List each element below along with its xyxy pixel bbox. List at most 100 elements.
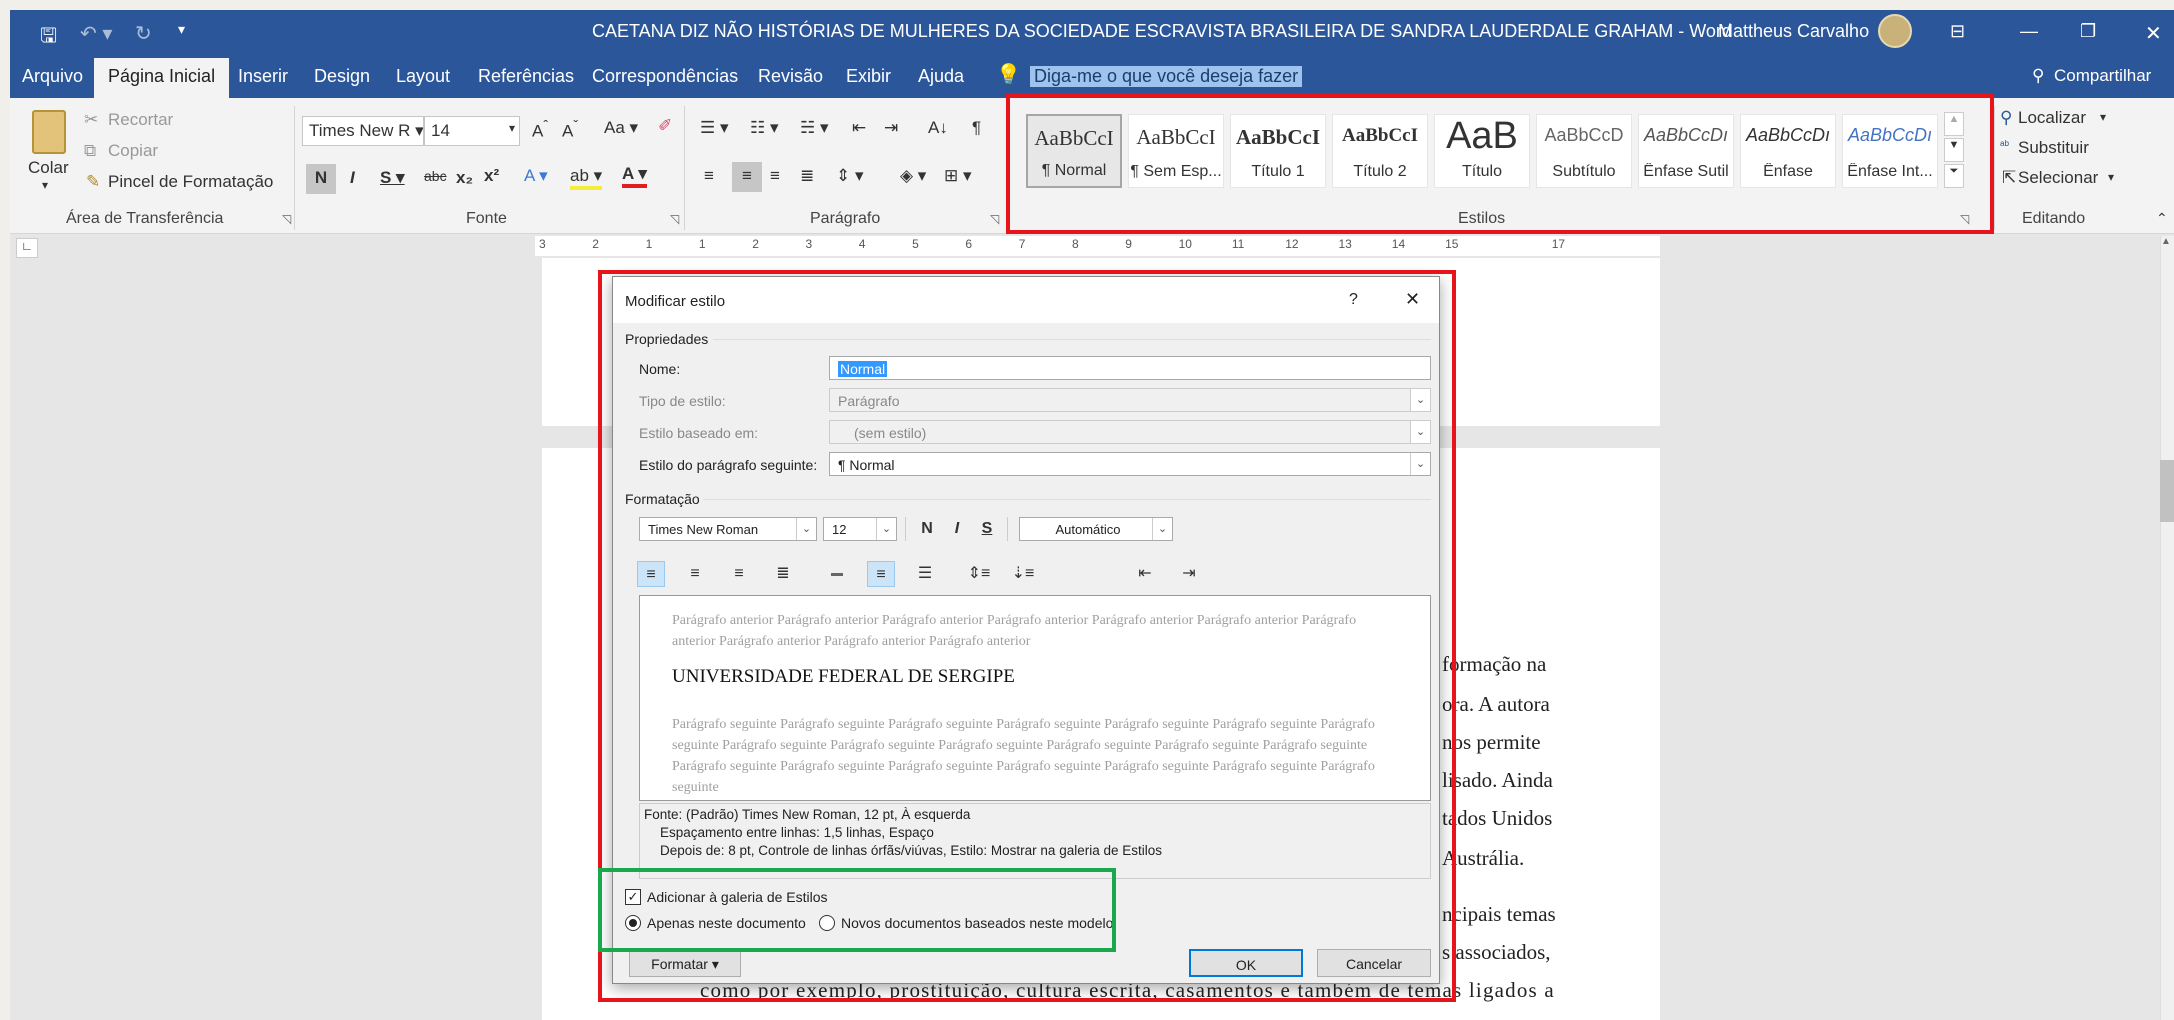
- minimize-icon[interactable]: —: [2020, 21, 2038, 42]
- find-icon: ⚲: [2000, 108, 2013, 127]
- line-spacing-icon[interactable]: ⇕ ▾: [836, 166, 864, 186]
- ruler-number: 7: [1018, 237, 1026, 251]
- scrollbar-thumb[interactable]: [2160, 460, 2174, 522]
- window-title: CAETANA DIZ NÃO HISTÓRIAS DE MULHERES DA…: [592, 21, 1732, 41]
- customize-qat-icon[interactable]: ▾: [178, 21, 185, 38]
- superscript-icon[interactable]: x²: [484, 166, 499, 186]
- separator: [1994, 106, 1995, 230]
- text-effects-icon[interactable]: A ▾: [524, 166, 548, 186]
- shrink-font-icon[interactable]: Aˇ: [562, 118, 578, 142]
- gallery-options-highlight-box: [598, 868, 1116, 952]
- decrease-indent-icon[interactable]: ⇤: [852, 118, 866, 138]
- user-name[interactable]: Mattheus Carvalho: [1718, 21, 1869, 42]
- tell-me-search[interactable]: Diga-me o que você deseja fazer: [1030, 66, 1303, 87]
- change-case-icon[interactable]: Aa ▾: [604, 118, 638, 138]
- justify-icon[interactable]: ≣: [800, 166, 814, 186]
- borders-icon[interactable]: ⊞ ▾: [944, 166, 972, 186]
- ruler-number: 4: [858, 237, 866, 251]
- tab-referencias[interactable]: Referências: [478, 66, 574, 87]
- undo-icon[interactable]: ↶ ▾: [80, 21, 112, 46]
- vertical-scrollbar[interactable]: [2160, 236, 2174, 1020]
- close-icon[interactable]: ✕: [2145, 21, 2162, 46]
- font-size-combo[interactable]: 14 ▾: [424, 116, 520, 146]
- share-icon[interactable]: ⚲: [2032, 66, 2044, 86]
- clipboard-launcher-icon[interactable]: ◹: [282, 212, 291, 226]
- copy-icon: ⧉: [84, 141, 97, 160]
- show-marks-icon[interactable]: ¶: [972, 118, 981, 138]
- strikethrough-icon[interactable]: abc: [424, 168, 447, 184]
- paste-button[interactable]: Colar: [28, 158, 69, 178]
- paste-dropdown-icon[interactable]: ▾: [42, 178, 48, 192]
- group-font-label: Fonte: [466, 210, 507, 227]
- tab-correspondencias[interactable]: Correspondências: [592, 66, 738, 87]
- group-clipboard-label: Área de Transferência: [66, 210, 224, 227]
- bold-icon[interactable]: N: [306, 164, 336, 194]
- share-button[interactable]: Compartilhar: [2054, 66, 2151, 86]
- tab-exibir[interactable]: Exibir: [846, 66, 891, 87]
- ruler-number: 10: [1178, 237, 1192, 251]
- numbering-icon[interactable]: ☷ ▾: [750, 118, 779, 138]
- doc-text-line: ncipais temas: [1442, 902, 1556, 926]
- multilevel-list-icon[interactable]: ☵ ▾: [800, 118, 829, 138]
- tab-stop-selector-icon[interactable]: ∟: [16, 238, 38, 258]
- font-color-icon[interactable]: A ▾: [622, 164, 647, 188]
- align-center-icon[interactable]: ≡: [732, 162, 762, 192]
- format-painter-button[interactable]: Pincel de Formatação: [108, 172, 273, 192]
- doc-text-line: s associados,: [1442, 940, 1551, 964]
- font-size-value: 14: [431, 121, 450, 140]
- separator: [294, 106, 295, 230]
- increase-indent-icon[interactable]: ⇥: [884, 118, 898, 138]
- shading-icon[interactable]: ◈ ▾: [900, 166, 926, 186]
- horizontal-ruler[interactable]: 3 2 1 1 2 3 4 5 6 7 8 9 10 11 12 13 14 15 17: [535, 236, 1660, 256]
- copy-button[interactable]: Copiar: [108, 141, 158, 161]
- tab-inserir[interactable]: Inserir: [238, 66, 288, 87]
- paragraph-launcher-icon[interactable]: ◹: [990, 212, 999, 226]
- italic-icon[interactable]: I: [350, 168, 355, 188]
- tab-pagina-inicial[interactable]: Página Inicial: [94, 58, 230, 98]
- collapse-ribbon-icon[interactable]: ⌃: [2156, 210, 2168, 227]
- sort-icon[interactable]: A↓: [928, 118, 948, 138]
- select-button[interactable]: Selecionar: [2018, 168, 2098, 188]
- doc-text-line: ora. A autora: [1442, 692, 1550, 716]
- tab-design[interactable]: Design: [314, 66, 370, 87]
- cut-button[interactable]: Recortar: [108, 110, 173, 130]
- group-editing-label: Editando: [2022, 210, 2086, 227]
- ruler-number: 5: [912, 237, 919, 251]
- scroll-up-icon[interactable]: ▲: [2161, 236, 2171, 247]
- font-launcher-icon[interactable]: ◹: [670, 212, 679, 226]
- cut-icon: ✂: [84, 110, 99, 129]
- ribbon-tabs: Arquivo Página Inicial Inserir Design La…: [10, 52, 2174, 98]
- find-dropdown-icon[interactable]: ▾: [2100, 110, 2106, 124]
- find-button[interactable]: Localizar: [2018, 108, 2086, 128]
- redo-icon[interactable]: ↻: [135, 21, 152, 46]
- replace-button[interactable]: Substituir: [2018, 138, 2089, 158]
- clear-formatting-icon[interactable]: ✐: [658, 116, 672, 136]
- avatar[interactable]: [1878, 14, 1912, 48]
- tab-layout[interactable]: Layout: [396, 66, 450, 87]
- select-dropdown-icon[interactable]: ▾: [2108, 170, 2114, 184]
- save-icon[interactable]: 🖫: [40, 21, 57, 55]
- font-name-combo[interactable]: Times New R ▾: [302, 116, 424, 146]
- align-left-icon[interactable]: ≡: [704, 166, 714, 186]
- ruler-number: 2: [592, 237, 599, 251]
- ruler-number: 2: [752, 237, 759, 251]
- lightbulb-icon: 💡: [996, 64, 1021, 86]
- tab-ajuda[interactable]: Ajuda: [918, 66, 964, 87]
- grow-font-icon[interactable]: Aˆ: [532, 118, 548, 142]
- doc-text-line: nos permite: [1442, 730, 1541, 754]
- highlight-icon[interactable]: ab ▾: [570, 166, 603, 190]
- paste-icon[interactable]: [32, 110, 66, 154]
- ruler-number: 14: [1391, 237, 1406, 251]
- ruler-number: 15: [1445, 237, 1459, 251]
- align-right-icon[interactable]: ≡: [770, 166, 780, 186]
- tab-arquivo[interactable]: Arquivo: [22, 66, 83, 87]
- tab-revisao[interactable]: Revisão: [758, 66, 823, 87]
- ribbon-display-options-icon[interactable]: ⊟: [1950, 21, 1965, 42]
- bullets-icon[interactable]: ☰ ▾: [700, 118, 729, 138]
- doc-text-line: lisado. Ainda: [1442, 768, 1553, 792]
- subscript-icon[interactable]: x₂: [456, 168, 473, 188]
- title-bar: 🖫 ↶ ▾ ↻ ▾ CAETANA DIZ NÃO HISTÓRIAS DE M…: [10, 10, 2174, 52]
- restore-icon[interactable]: ❐: [2080, 21, 2096, 42]
- underline-icon[interactable]: S ▾: [380, 168, 405, 188]
- separator: [684, 106, 685, 230]
